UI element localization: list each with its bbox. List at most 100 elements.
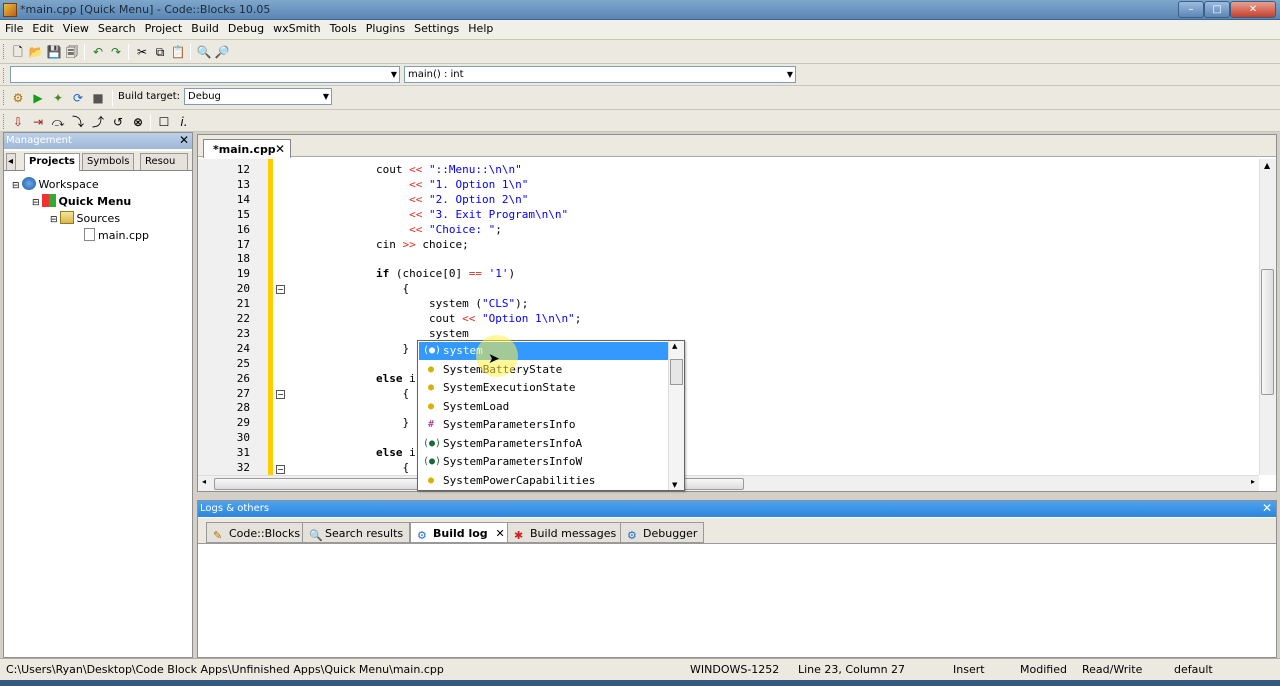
code-editor[interactable]: *main.cpp ✕ 12 cout << "::Menu::\n\n" 13 <…: [197, 134, 1277, 492]
code-line[interactable]: else i: [376, 372, 416, 385]
autocomplete-item[interactable]: (●) SystemParametersInfoA: [419, 435, 669, 453]
code-line[interactable]: cin >> choice;: [376, 238, 469, 251]
paste-icon[interactable]: 📋: [170, 44, 186, 60]
next-line-icon[interactable]: ⤼: [50, 114, 66, 130]
tree-file-main-cpp[interactable]: main.cpp: [84, 228, 149, 242]
scroll-up-icon[interactable]: ▲: [672, 342, 677, 350]
cut-icon[interactable]: ✂: [134, 44, 150, 60]
menu-view[interactable]: View: [58, 20, 93, 35]
code-line[interactable]: cout << "::Menu::\n\n": [376, 163, 522, 176]
menu-help[interactable]: Help: [463, 20, 497, 35]
open-file-icon[interactable]: 📂: [28, 44, 44, 60]
fold-toggle-icon[interactable]: −: [276, 465, 285, 474]
next-instruction-icon[interactable]: ↺: [110, 114, 126, 130]
tab-codeblocks-log[interactable]: ✎ Code::Blocks: [206, 522, 308, 543]
menu-wxsmith[interactable]: wxSmith: [268, 20, 325, 35]
scroll-left-icon[interactable]: ◂: [202, 477, 206, 486]
autocomplete-item[interactable]: # SystemParametersInfo: [419, 416, 669, 434]
run-to-cursor-icon[interactable]: ⇥: [30, 114, 46, 130]
code-line[interactable]: << "Choice: ";: [376, 223, 502, 236]
scope-combo[interactable]: ▼: [10, 66, 400, 83]
scroll-down-icon[interactable]: ▼: [672, 481, 677, 489]
code-line[interactable]: {: [376, 387, 409, 400]
autocomplete-scroll-thumb[interactable]: [670, 359, 683, 385]
minimize-button[interactable]: –: [1178, 1, 1204, 18]
code-line[interactable]: system: [376, 327, 469, 340]
tab-projects[interactable]: Projects: [24, 153, 81, 171]
menu-build[interactable]: Build: [186, 20, 223, 35]
build-target-combo[interactable]: Debug ▼: [184, 88, 332, 105]
close-window-button[interactable]: ✕: [1230, 1, 1276, 18]
stop-debugger-icon[interactable]: ⊗: [130, 114, 146, 130]
new-file-icon[interactable]: 🗋: [10, 44, 26, 60]
autocomplete-item[interactable]: ●SystemBatteryState: [419, 361, 669, 379]
close-icon[interactable]: ✕: [275, 142, 285, 156]
code-line[interactable]: }: [376, 342, 409, 355]
code-line[interactable]: {: [376, 461, 409, 474]
autocomplete-popup[interactable]: (●)system●SystemBatteryState●SystemExecu…: [417, 340, 685, 491]
collapse-icon[interactable]: ⊟: [32, 198, 40, 208]
close-icon[interactable]: ✕: [1262, 501, 1272, 516]
redo-icon[interactable]: ↷: [108, 44, 124, 60]
scroll-right-icon[interactable]: ▸: [1251, 477, 1255, 486]
build-and-run-icon[interactable]: ✦: [50, 90, 66, 106]
vertical-scrollbar[interactable]: ▲: [1259, 159, 1276, 475]
tab-resources[interactable]: Resou: [140, 153, 188, 170]
code-line[interactable]: << "3. Exit Program\n\n": [376, 208, 568, 221]
menu-settings[interactable]: Settings: [409, 20, 463, 35]
autocomplete-item[interactable]: ● SystemPowerCapabilities: [419, 472, 669, 490]
collapse-icon[interactable]: ⊟: [50, 215, 58, 225]
step-into-icon[interactable]: ⤵: [70, 114, 86, 130]
save-icon[interactable]: 💾: [46, 44, 62, 60]
autocomplete-item[interactable]: (●) system: [419, 342, 669, 360]
menu-edit[interactable]: Edit: [27, 20, 57, 35]
close-icon[interactable]: ✕: [496, 527, 505, 540]
horizontal-scrollbar[interactable]: ◂ ▸: [198, 475, 1259, 491]
tab-search-results[interactable]: 🔍 Search results: [302, 522, 411, 543]
find-icon[interactable]: 🔍: [196, 44, 212, 60]
menu-file[interactable]: File: [0, 20, 27, 35]
tab-build-messages[interactable]: ✱ Build messages: [507, 522, 624, 543]
scroll-up-icon[interactable]: ▲: [1264, 161, 1270, 170]
info-icon[interactable]: i.: [176, 114, 192, 130]
tree-workspace[interactable]: ⊟ Workspace: [12, 177, 99, 191]
tab-symbols[interactable]: Symbols: [82, 153, 135, 170]
code-line[interactable]: if (choice[0] == '1'): [376, 267, 515, 280]
code-line[interactable]: cout << "Option 1\n\n";: [376, 312, 581, 325]
save-all-icon[interactable]: 🗐: [64, 44, 80, 60]
rebuild-icon[interactable]: ⟳: [70, 90, 86, 106]
tab-debugger[interactable]: ⚙ Debugger: [620, 522, 705, 543]
collapse-icon[interactable]: ⊟: [12, 181, 20, 191]
menu-search[interactable]: Search: [93, 20, 140, 35]
tree-sources-folder[interactable]: ⊟ Sources: [50, 211, 120, 225]
autocomplete-item[interactable]: ● SystemExecutionState: [419, 379, 669, 397]
undo-icon[interactable]: ↶: [90, 44, 106, 60]
fold-toggle-icon[interactable]: −: [276, 285, 285, 294]
build-icon[interactable]: ⚙: [10, 90, 26, 106]
debug-continue-icon[interactable]: ⇩: [10, 114, 26, 130]
code-line[interactable]: {: [376, 282, 409, 295]
vertical-scroll-thumb[interactable]: [1261, 269, 1274, 395]
menu-project[interactable]: Project: [140, 20, 187, 35]
code-line[interactable]: system ("CLS");: [376, 297, 528, 310]
fold-toggle-icon[interactable]: −: [276, 390, 285, 399]
tab-scroll-left-icon[interactable]: ◂: [6, 153, 16, 170]
step-out-icon[interactable]: ⤴: [90, 114, 106, 130]
menu-tools[interactable]: Tools: [325, 20, 361, 35]
run-icon[interactable]: ▶: [30, 90, 46, 106]
autocomplete-item[interactable]: ● SystemLoad: [419, 398, 669, 416]
function-combo[interactable]: main() : int ▼: [404, 66, 796, 83]
code-line[interactable]: }: [376, 416, 409, 429]
code-line[interactable]: else i: [376, 446, 416, 459]
tree-project-quick-menu[interactable]: ⊟ Quick Menu: [32, 194, 131, 208]
autocomplete-scrollbar[interactable]: ▲ ▼: [668, 341, 684, 490]
replace-icon[interactable]: 🔎: [214, 44, 230, 60]
debug-windows-icon[interactable]: ☐: [156, 114, 172, 130]
tab-build-log[interactable]: ⚙ Build log ✕: [410, 522, 512, 543]
close-icon[interactable]: ✕: [179, 133, 189, 148]
autocomplete-item[interactable]: (●) SystemParametersInfoW: [419, 453, 669, 471]
code-line[interactable]: << "1. Option 1\n": [376, 178, 528, 191]
tab-main-cpp[interactable]: *main.cpp ✕: [203, 139, 291, 158]
abort-icon[interactable]: ■: [90, 90, 106, 106]
copy-icon[interactable]: ⧉: [152, 44, 168, 60]
